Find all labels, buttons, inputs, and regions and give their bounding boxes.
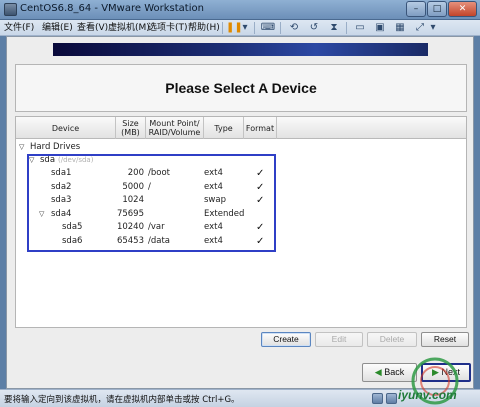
format-check-icon: ✓ [256,222,265,233]
format-check-icon: ✓ [256,235,265,247]
stretch-dropdown-icon[interactable]: ▾ [428,21,438,35]
partition-row[interactable]: sda6 65453/data ext4 ✓ [16,235,466,248]
snapshot-icon[interactable]: ⟲ [286,21,302,35]
partition-device: sda5 [62,222,83,232]
format-check-icon: ✓ [256,195,265,206]
create-button[interactable]: Create [261,332,311,347]
collapse-icon[interactable]: ▽ [29,157,36,164]
partition-device: sda6 [62,235,83,246]
partition-mount: / [148,181,151,192]
revert-snapshot-icon[interactable]: ↺ [306,21,322,35]
send-keys-icon[interactable]: ⌨ [260,21,276,35]
partition-row[interactable]: sda5 10240/var ext4 ✓ [16,221,466,234]
partition-size: 200 [127,168,144,178]
tree-disk-row[interactable]: ▽ sda (/dev/sda) [16,154,466,167]
partition-device: sda3 [51,195,72,205]
delete-button[interactable]: Delete [367,332,417,347]
partition-type: ext4 [204,168,223,178]
partition-row[interactable]: sda1 200/boot ext4 ✓ [16,167,466,180]
minimize-button[interactable]: – [406,1,426,17]
partition-mount: /var [148,222,165,232]
column-mount[interactable]: Mount Point/ RAID/Volume [146,117,204,139]
disk-name: sda [40,155,56,165]
menu-help[interactable]: 帮助(H) [188,21,220,35]
partition-type: ext4 [204,181,223,192]
console-view-icon[interactable]: ▦ [392,21,408,35]
partition-device: sda1 [51,168,72,178]
partition-size: 10240 [116,222,144,232]
unity-icon[interactable]: ▣ [372,21,388,35]
toolbar-separator [346,22,347,34]
column-size[interactable]: Size (MB) [116,117,146,139]
partition-row[interactable]: ▽ sda4 75695 Extended [16,208,466,221]
harddisk-status-icon[interactable] [372,393,383,404]
partition-size: 5000 [122,181,144,192]
disk-path: (/dev/sda) [58,156,94,164]
partition-size: 65453 [116,235,144,246]
tree-group-hard-drives[interactable]: ▽ Hard Drives [16,141,466,154]
partition-row[interactable]: sda3 1024 swap ✓ [16,194,466,207]
partition-row[interactable]: sda2 5000 / ext4 ✓ [16,181,466,194]
fullscreen-icon[interactable]: ▭ [352,21,368,35]
menu-view[interactable]: 查看(V) [77,21,108,35]
menu-edit[interactable]: 编辑(E) [42,21,73,35]
maximize-button[interactable]: □ [427,1,447,17]
menu-vm[interactable]: 虚拟机(M) [108,21,150,35]
partition-size: 1024 [122,195,144,205]
menu-bar: 文件(F) 编辑(E) 查看(V) 虚拟机(M) 选项卡(T) 帮助(H) ❚❚… [0,20,480,36]
partition-type: ext4 [204,222,223,232]
collapse-icon[interactable]: ▽ [19,144,26,151]
column-type[interactable]: Type [204,117,244,139]
installer-banner [53,43,428,56]
close-button[interactable]: ✕ [448,1,477,17]
partition-type: ext4 [204,235,223,246]
next-label: Next [441,367,460,377]
group-label: Hard Drives [30,142,81,152]
cdrom-status-icon[interactable] [386,393,397,404]
toolbar-separator [280,22,281,34]
column-format[interactable]: Format [244,117,277,139]
vm-console[interactable]: Please Select A Device Device Size (MB) … [6,36,474,389]
format-check-icon: ✓ [256,168,265,179]
window-title: CentOS6.8_64 - VMware Workstation [20,3,204,14]
collapse-icon[interactable]: ▽ [39,210,46,218]
format-check-icon: ✓ [256,181,265,193]
toolbar-separator [222,22,223,34]
column-header-row: Device Size (MB) Mount Point/ RAID/Volum… [16,117,466,139]
stretch-icon[interactable]: ⤢ [412,21,428,35]
toolbar-separator [254,22,255,34]
partition-type: Extended [204,208,245,219]
partition-device: sda2 [51,181,72,192]
back-button[interactable]: ◀ Back [362,363,417,382]
next-button[interactable]: ▶ Next [421,363,471,382]
edit-button[interactable]: Edit [315,332,363,347]
device-tree[interactable]: Device Size (MB) Mount Point/ RAID/Volum… [15,116,467,328]
partition-device: sda4 [51,208,72,219]
partition-size: 75695 [116,208,144,219]
partition-type: swap [204,195,226,205]
status-text: 要将输入定向到该虚拟机，请在虚拟机内部单击或按 Ctrl+G。 [4,395,240,405]
reset-button[interactable]: Reset [421,332,469,347]
menu-tabs[interactable]: 选项卡(T) [148,21,188,35]
pause-dropdown-icon[interactable]: ▾ [240,21,250,35]
header-panel: Please Select A Device [15,64,467,112]
page-title: Please Select A Device [165,80,317,96]
column-device[interactable]: Device [16,117,116,139]
partition-mount: /data [148,235,171,246]
menu-file[interactable]: 文件(F) [4,21,34,35]
back-label: Back [384,367,405,377]
vmware-app-icon [4,3,17,16]
partition-mount: /boot [148,168,170,178]
back-arrow-icon: ◀ [374,367,385,377]
window-titlebar: CentOS6.8_64 - VMware Workstation – □ ✕ [0,0,480,20]
watermark-text: iyunv.com [398,388,457,402]
snapshot-manager-icon[interactable]: ⧗ [326,21,342,35]
